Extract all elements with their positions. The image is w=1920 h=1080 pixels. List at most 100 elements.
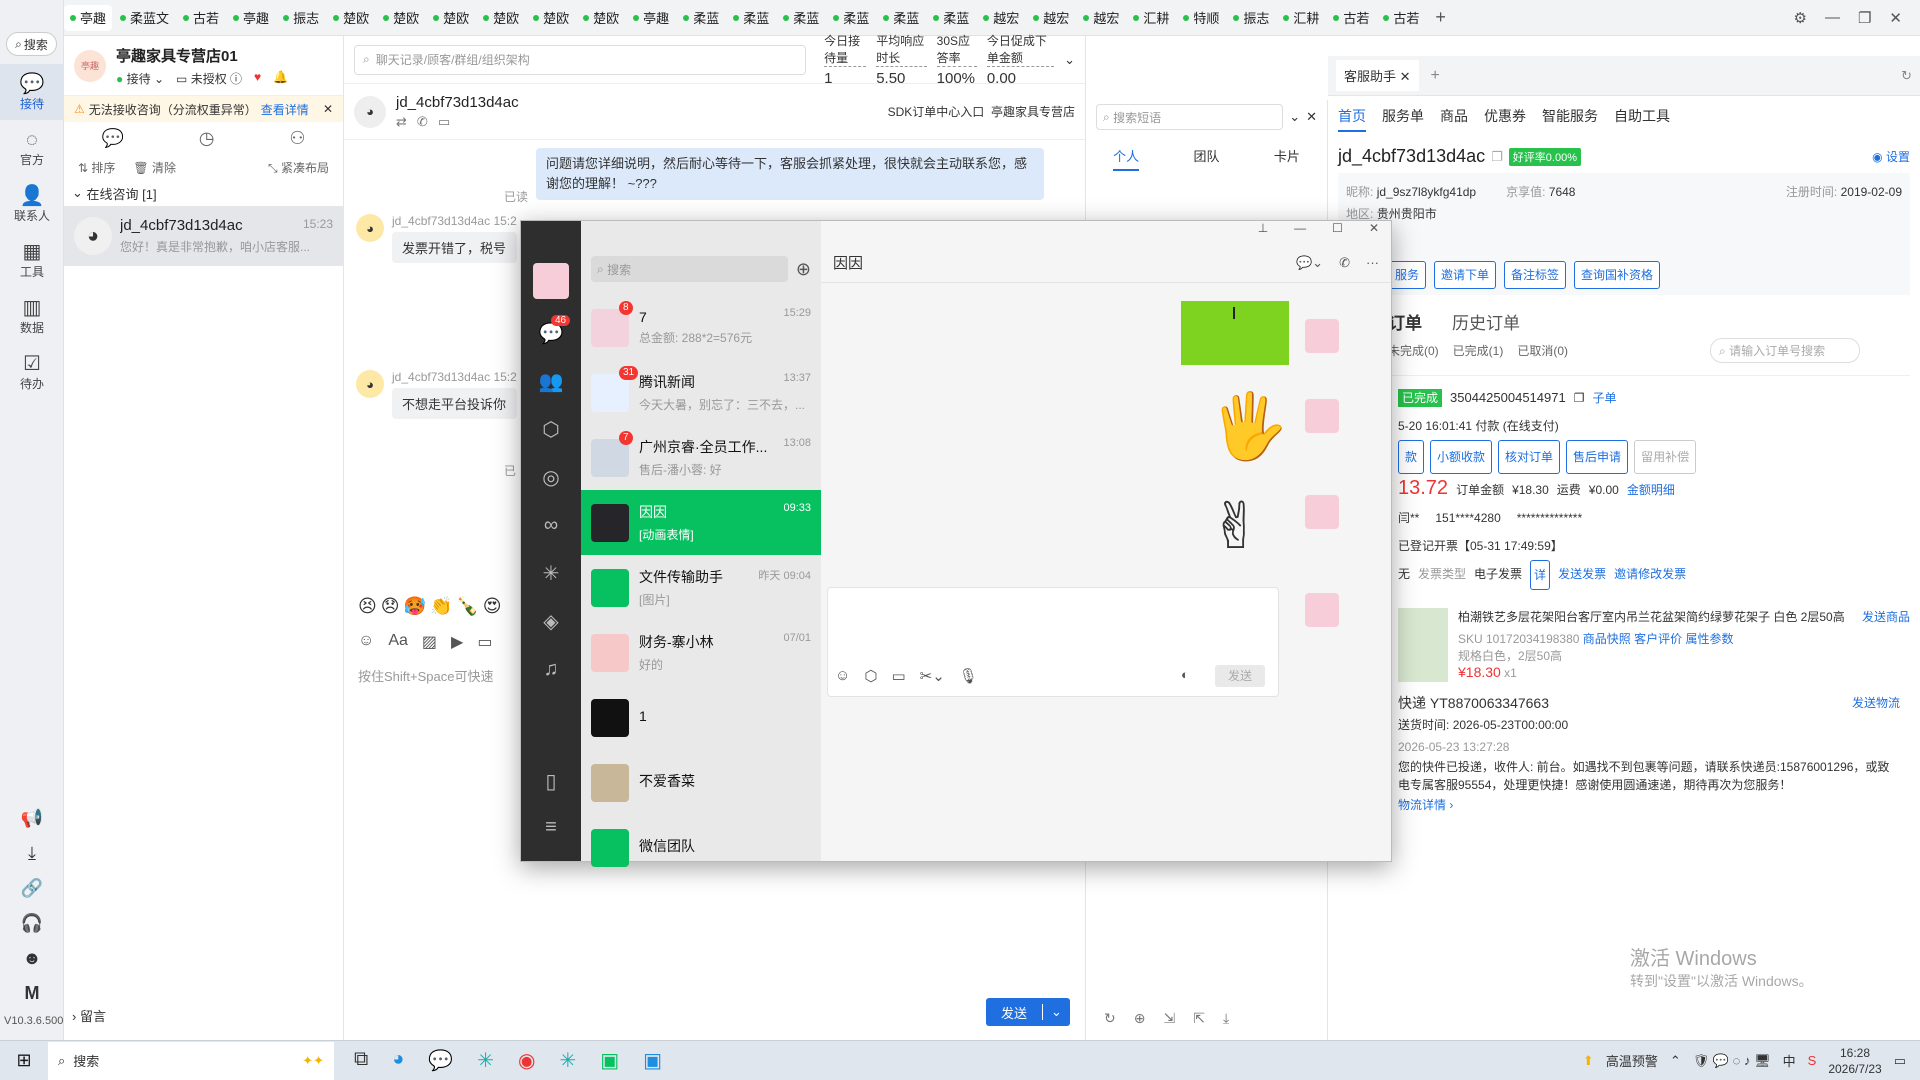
snapshot-link[interactable]: 商品快照 [1583, 632, 1631, 646]
channels-icon[interactable]: ∞ [521, 501, 581, 549]
tab-item[interactable]: 楚欧 [477, 5, 525, 31]
copy-icon[interactable]: ❐ [1491, 149, 1503, 165]
ime-indicator[interactable]: 中 [1783, 1051, 1796, 1070]
wechat-chat-item[interactable]: 8 7 总金额: 288*2=576元 15:29 [581, 295, 821, 360]
rail-item-data[interactable]: ▥ 数据 [0, 288, 64, 344]
image-icon[interactable]: ▨ [422, 632, 437, 652]
wechat-send-button[interactable]: 发送 [1215, 665, 1265, 687]
send-button[interactable]: 发送 ⌄ [986, 998, 1070, 1026]
add-icon[interactable]: ⊕ [796, 259, 811, 280]
amount-detail-link[interactable]: 金额明细 [1627, 476, 1675, 504]
folder-icon[interactable]: ▭ [477, 632, 492, 652]
link-icon[interactable]: 🔗 [21, 878, 43, 899]
music-icon[interactable]: ♫ [521, 645, 581, 693]
wechat-chat-item[interactable]: 文件传输助手 [图片] 昨天 09:04 [581, 555, 821, 620]
tab-item[interactable]: 汇耕 [1127, 5, 1175, 31]
global-search-button[interactable]: ⌕ 搜索 [6, 32, 57, 56]
restore-icon[interactable]: ❐ [1858, 9, 1871, 27]
send-logistics-link[interactable]: 发送物流 [1852, 692, 1900, 714]
close-icon[interactable]: ✕ [1889, 9, 1902, 27]
chevron-down-icon[interactable]: ⌄ [1042, 1004, 1070, 1020]
tab-personal[interactable]: 个人 [1113, 146, 1140, 171]
invoice-detail-button[interactable]: 详 [1530, 560, 1551, 590]
tab-item[interactable]: 楚欧 [377, 5, 425, 31]
weather-warning[interactable]: 高温预警 [1606, 1051, 1658, 1070]
team-tab-icon[interactable]: ⚇ [289, 128, 305, 149]
tab-item[interactable]: 柔蓝 [927, 5, 975, 31]
compensation-button[interactable]: 留用补偿 [1634, 440, 1697, 474]
tab-item[interactable]: 柔蓝 [727, 5, 775, 31]
tab-item[interactable]: 亭趣 [627, 5, 675, 31]
suborder-link[interactable]: 子单 [1592, 384, 1616, 412]
tab-item[interactable]: 亭趣 [64, 4, 113, 31]
note-icon[interactable]: ▭ [438, 114, 450, 130]
avatar[interactable] [533, 263, 569, 299]
tab-team[interactable]: 团队 [1193, 146, 1219, 171]
tab-item[interactable]: 越宏 [1077, 5, 1125, 31]
tab-item[interactable]: 越宏 [977, 5, 1025, 31]
tab-item[interactable]: 亭趣 [227, 5, 275, 31]
phone-icon[interactable]: ▯ [521, 757, 581, 805]
call-icon[interactable]: ✆ [1339, 255, 1350, 271]
tab-item[interactable]: 柔蓝 [677, 5, 725, 31]
rock-paper-scissors-sticker[interactable]: ✌ [1209, 489, 1263, 564]
send-product-link[interactable]: 发送商品 [1862, 608, 1910, 626]
review-link[interactable]: 客户评价 [1634, 632, 1682, 646]
wechat-chat-item[interactable]: 不爱香菜 [581, 750, 821, 815]
phone-icon[interactable]: ✆ [417, 114, 428, 130]
collapse-icon[interactable]: ⌄ [1289, 109, 1300, 125]
megaphone-icon[interactable]: 📢 [21, 808, 43, 829]
pin-icon[interactable]: ⊥ [1258, 221, 1268, 243]
tab-item[interactable]: 柔蓝 [777, 5, 825, 31]
weather-icon[interactable]: ⬆ [1583, 1053, 1594, 1069]
message-icon[interactable]: 💬⌄ [1296, 255, 1323, 271]
settings-icon[interactable]: ⚙ [1794, 9, 1807, 27]
logistics-detail-link[interactable]: 物流详情 › [1398, 794, 1900, 816]
rail-item-official[interactable]: ◌ 官方 [0, 120, 64, 176]
rail-item-reception[interactable]: 💬 接待 [0, 64, 64, 120]
netease-icon[interactable]: ◉ [518, 1048, 535, 1073]
green-image-message[interactable] [1181, 301, 1289, 365]
headset-icon[interactable]: 🎧 [21, 913, 43, 934]
maximize-icon[interactable]: ☐ [1332, 221, 1343, 243]
service-button[interactable]: 服务 [1388, 261, 1427, 289]
voice-icon[interactable]: ◐ [1181, 667, 1189, 682]
conversation-item[interactable]: ◕ jd_4cbf73d13d4ac 15:23 您好！真是非常抱歉，咱小店客服.… [64, 206, 343, 266]
tab-item[interactable]: 楚欧 [577, 5, 625, 31]
download-icon[interactable]: ⤓ [1223, 1010, 1229, 1027]
refresh-icon[interactable]: ↻ [1104, 1010, 1116, 1027]
task-view-icon[interactable]: ⧉ [354, 1048, 368, 1073]
add-tab-icon[interactable]: + [1431, 67, 1440, 85]
nav-home[interactable]: 首页 [1338, 106, 1366, 132]
more-icon[interactable]: ··· [1366, 255, 1379, 271]
miniprogram-icon[interactable]: ◈ [521, 597, 581, 645]
tab-card[interactable]: 卡片 [1274, 146, 1300, 171]
tab-item[interactable]: 振志 [1227, 5, 1275, 31]
rail-item-contacts[interactable]: 👤 联系人 [0, 176, 64, 232]
tray-icons[interactable]: 🛡 💬 ◌ ♪ 🖥 [1693, 1053, 1771, 1069]
nav-tools[interactable]: 自助工具 [1614, 106, 1670, 132]
font-icon[interactable]: Aa [388, 632, 408, 652]
app-icon[interactable]: ✳ [477, 1048, 494, 1073]
tab-assistant[interactable]: 客服助手 ✕ [1336, 60, 1419, 91]
refresh-icon[interactable]: ↻ [1901, 68, 1912, 84]
robot-icon[interactable]: ☻ [23, 948, 42, 969]
chat-input[interactable]: 按住Shift+Space可快速 [358, 666, 493, 685]
tab-history-orders[interactable]: 历史订单 [1452, 309, 1520, 334]
subsidy-button[interactable]: 查询国补资格 [1574, 261, 1661, 289]
message-board-item[interactable]: › 留言 [72, 1006, 106, 1025]
notification-icon[interactable]: ▭ [1894, 1053, 1906, 1069]
tab-item[interactable]: 振志 [277, 5, 325, 31]
emoji-icon[interactable]: ☺ [835, 667, 850, 685]
windows-start-icon[interactable]: ⊞ [0, 1050, 48, 1071]
small-collect-button[interactable]: 小额收款 [1430, 440, 1493, 474]
send-invoice-link[interactable]: 发送发票 [1558, 560, 1606, 590]
settings-link[interactable]: ◉ 设置 [1872, 148, 1910, 165]
tab-item[interactable]: 古若 [177, 5, 225, 31]
wechat-icon[interactable]: 💬 [428, 1048, 453, 1073]
nav-product[interactable]: 商品 [1440, 106, 1468, 132]
heart-icon[interactable]: ♥ [254, 70, 261, 87]
sdk-order-link[interactable]: SDK订单中心入口 [888, 105, 985, 119]
tab-orders[interactable]: 订单 [1388, 309, 1422, 334]
tray-chevron-icon[interactable]: ⌃ [1670, 1053, 1681, 1069]
